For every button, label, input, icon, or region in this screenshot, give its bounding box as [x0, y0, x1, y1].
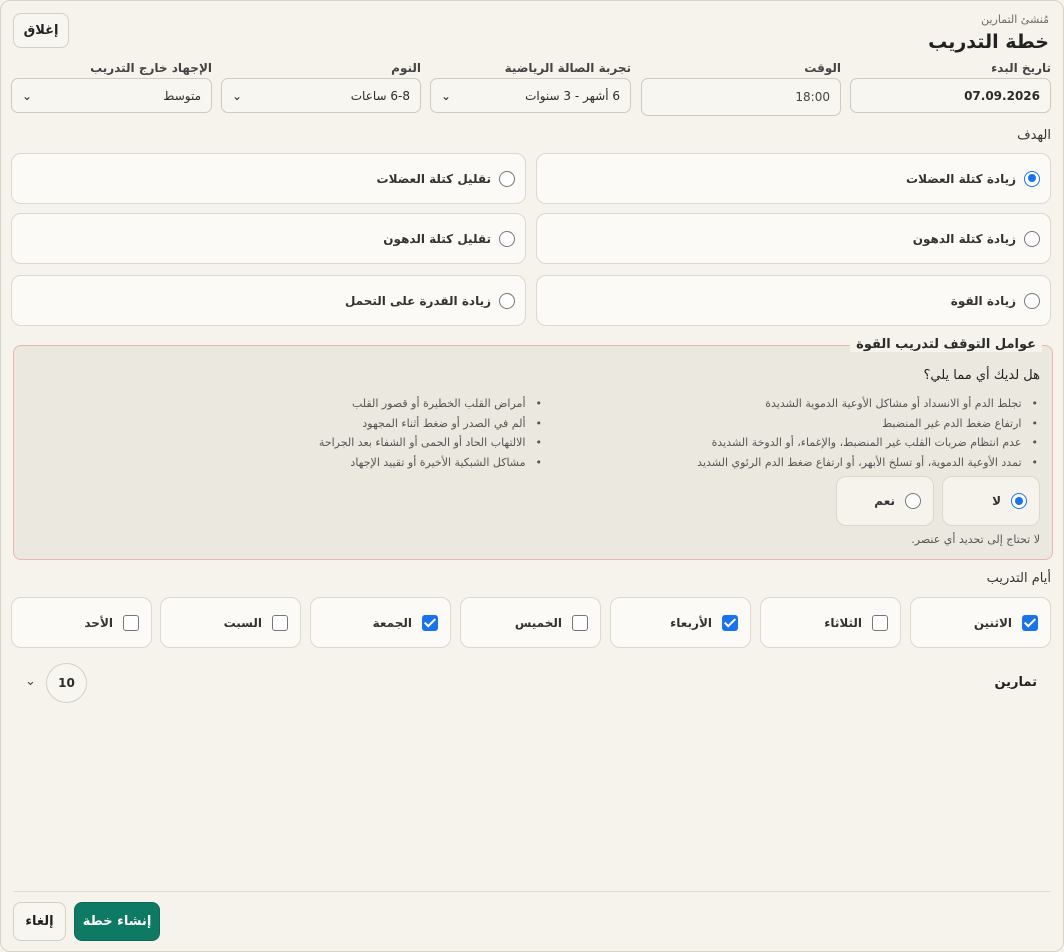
checkbox[interactable]: [123, 614, 139, 631]
start-date-label: تاريخ البدء: [991, 61, 1051, 75]
list-item: ارتفاع ضغط الدم غير المنضبط: [697, 414, 1038, 434]
chevron-down-icon: ⌄: [441, 88, 452, 103]
day-label: الاثنين: [973, 615, 1012, 630]
day-option-monday[interactable]: الاثنين: [910, 597, 1051, 648]
goal-label: الهدف: [1017, 128, 1051, 143]
stop-factors-no-option[interactable]: لا: [942, 476, 1040, 526]
list-item: مشاكل الشبكية الأخيرة أو تقييد الإجهاد: [319, 453, 542, 473]
radio-button[interactable]: [499, 230, 515, 247]
list-item: أمراض القلب الخطيرة أو قصور القلب: [319, 394, 542, 414]
start-date-value: 07.09.2026: [964, 88, 1040, 103]
create-plan-button[interactable]: إنشاء خطة: [74, 902, 160, 941]
goal-option-label: تقليل كتلة العضلات: [376, 171, 491, 186]
day-option-friday[interactable]: الجمعة: [310, 597, 451, 648]
day-option-wednesday[interactable]: الأربعاء: [610, 597, 751, 648]
time-label: الوقت: [804, 61, 841, 75]
radio-button[interactable]: [1024, 170, 1040, 187]
radio-button[interactable]: [499, 292, 515, 309]
goal-option-label: زيادة كتلة العضلات: [906, 171, 1016, 186]
checkbox[interactable]: [722, 614, 738, 631]
day-option-tuesday[interactable]: الثلاثاء: [760, 597, 901, 648]
exercises-count[interactable]: 10: [46, 663, 87, 703]
checkbox[interactable]: [872, 614, 888, 631]
list-item: تجلط الدم أو الانسداد أو مشاكل الأوعية ا…: [697, 394, 1038, 414]
day-option-saturday[interactable]: السبت: [160, 597, 301, 648]
checkbox[interactable]: [422, 614, 438, 631]
goal-option[interactable]: زيادة القوة: [536, 275, 1051, 326]
list-item: عدم انتظام ضربات القلب غير المنضبط، والإ…: [697, 433, 1038, 453]
day-label: الثلاثاء: [824, 615, 862, 630]
goal-option[interactable]: تقليل كتلة الدهون: [11, 213, 526, 264]
no-label: لا: [992, 494, 1001, 508]
checkbox[interactable]: [272, 614, 288, 631]
goal-option[interactable]: زيادة القدرة على التحمل: [11, 275, 526, 326]
start-date-field: تاريخ البدء 07.09.2026: [850, 61, 1051, 117]
radio-button[interactable]: [499, 170, 515, 187]
day-option-sunday[interactable]: الأحد: [11, 597, 152, 648]
dialog-title: خطة التدريب: [928, 31, 1049, 53]
gym-experience-select[interactable]: 6 أشهر - 3 سنوات ⌄: [430, 78, 631, 113]
sleep-field: النوم 6-8 ساعات ⌄: [221, 61, 421, 117]
goal-option-label: زيادة القدرة على التحمل: [344, 293, 491, 308]
radio-button[interactable]: [1024, 230, 1040, 247]
radio-button[interactable]: [905, 493, 921, 509]
radio-button[interactable]: [1024, 292, 1040, 309]
stop-factors-hint: لا تحتاج إلى تحديد أي عنصر.: [911, 533, 1040, 546]
day-label: الأربعاء: [670, 615, 712, 630]
stop-factors-question: هل لديك أي مما يلي؟: [923, 368, 1040, 383]
goal-option[interactable]: زيادة كتلة العضلات: [536, 153, 1051, 204]
radio-button[interactable]: [1011, 493, 1027, 509]
time-input[interactable]: 18:00: [641, 78, 841, 116]
gym-experience-label: تجربة الصالة الرياضية: [504, 61, 631, 75]
yes-label: نعم: [874, 494, 895, 508]
plan-fields: تاريخ البدء 07.09.2026 الوقت 18:00 تجربة…: [11, 61, 1051, 121]
time-value: 18:00: [795, 90, 830, 104]
dialog-header: مُنشئ التمارين خطة التدريب إغلاق: [1, 1, 1063, 61]
sleep-value: 6-8 ساعات: [350, 88, 410, 103]
footer-divider: [13, 891, 1051, 892]
stop-factors-legend: عوامل التوقف لتدريب القوة: [850, 337, 1042, 352]
gym-experience-field: تجربة الصالة الرياضية 6 أشهر - 3 سنوات ⌄: [430, 61, 631, 117]
chevron-down-icon: ⌄: [22, 88, 33, 103]
goal-option[interactable]: تقليل كتلة العضلات: [11, 153, 526, 204]
exercises-label: تمارين: [994, 675, 1037, 690]
list-item: الالتهاب الحاد أو الحمى أو الشفاء بعد ال…: [319, 433, 542, 453]
goal-option-label: تقليل كتلة الدهون: [383, 231, 491, 246]
cancel-button[interactable]: إلغاء: [13, 902, 66, 941]
checkbox[interactable]: [1022, 614, 1038, 631]
goal-option-label: زيادة كتلة الدهون: [912, 231, 1016, 246]
time-field: الوقت 18:00: [641, 61, 841, 117]
dialog-subtitle: مُنشئ التمارين: [981, 13, 1049, 26]
day-label: الجمعة: [372, 615, 412, 630]
day-label: السبت: [223, 615, 262, 630]
list-item: ألم في الصدر أو ضغط أثناء المجهود: [319, 414, 542, 434]
sleep-label: النوم: [391, 61, 421, 75]
outside-stress-value: متوسط: [163, 88, 201, 103]
close-button[interactable]: إغلاق: [13, 13, 69, 48]
outside-stress-label: الإجهاد خارج التدريب: [90, 61, 212, 75]
stop-factors-list-right: تجلط الدم أو الانسداد أو مشاكل الأوعية ا…: [697, 394, 1038, 472]
training-plan-dialog: مُنشئ التمارين خطة التدريب إغلاق تاريخ ا…: [0, 0, 1064, 952]
checkbox[interactable]: [572, 614, 588, 631]
day-label: الخميس: [514, 615, 562, 630]
goal-option-label: زيادة القوة: [950, 293, 1016, 308]
chevron-down-icon[interactable]: ⌄: [25, 674, 36, 689]
stop-factors-panel: عوامل التوقف لتدريب القوة هل لديك أي مما…: [13, 337, 1053, 560]
training-days-label: أيام التدريب: [986, 571, 1051, 586]
sleep-select[interactable]: 6-8 ساعات ⌄: [221, 78, 421, 113]
start-date-input[interactable]: 07.09.2026: [850, 78, 1051, 113]
outside-stress-select[interactable]: متوسط ⌄: [11, 78, 212, 113]
goal-option[interactable]: زيادة كتلة الدهون: [536, 213, 1051, 264]
outside-stress-field: الإجهاد خارج التدريب متوسط ⌄: [11, 61, 212, 117]
stop-factors-list-left: أمراض القلب الخطيرة أو قصور القلب ألم في…: [319, 394, 542, 472]
stop-factors-yes-option[interactable]: نعم: [836, 476, 934, 526]
day-option-thursday[interactable]: الخميس: [460, 597, 601, 648]
chevron-down-icon: ⌄: [232, 88, 243, 103]
day-label: الأحد: [84, 615, 113, 630]
gym-experience-value: 6 أشهر - 3 سنوات: [525, 88, 620, 103]
list-item: تمدد الأوعية الدموية، أو تسلخ الأبهر، أو…: [697, 453, 1038, 473]
